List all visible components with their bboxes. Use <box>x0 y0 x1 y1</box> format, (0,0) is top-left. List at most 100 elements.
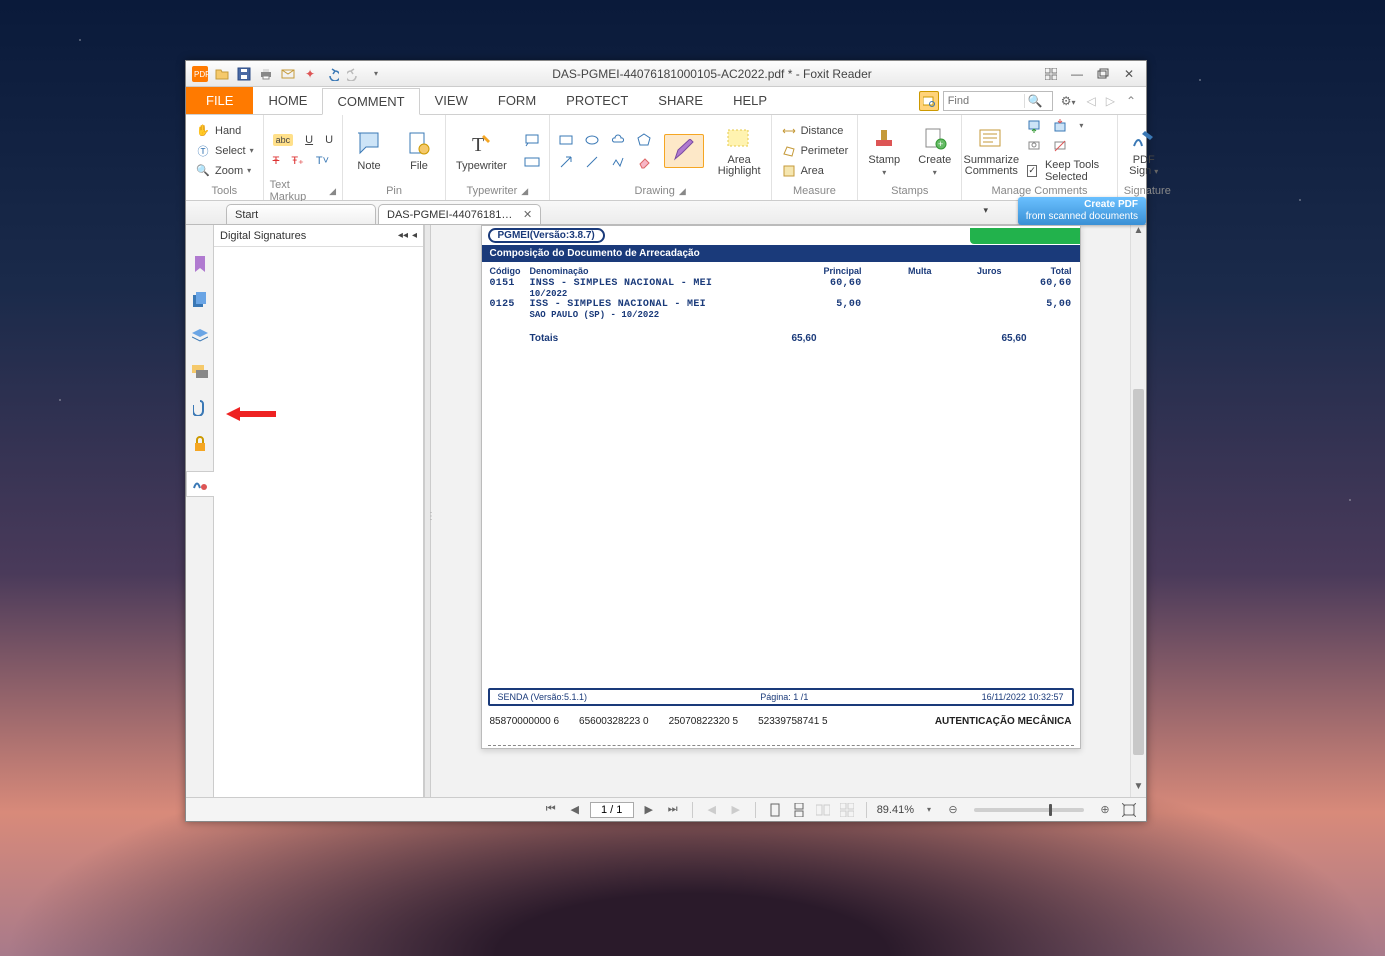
zoom-in-icon[interactable]: ⊕ <box>1096 801 1114 819</box>
oval-tool[interactable] <box>582 132 602 148</box>
pane-prev-icon[interactable]: ◂◂ <box>398 230 408 241</box>
layers-icon[interactable] <box>191 327 209 345</box>
first-page-icon[interactable]: ⏮ <box>542 801 560 819</box>
tab-form[interactable]: FORM <box>483 87 551 114</box>
attachments-icon[interactable] <box>191 399 209 417</box>
squiggly-tool[interactable]: U <box>322 133 336 147</box>
close-tab-icon[interactable]: ✕ <box>523 208 532 221</box>
find-input[interactable] <box>944 95 1024 107</box>
stamp-tool[interactable]: Stamp▾ <box>864 122 904 179</box>
ribbon-mode-icon[interactable] <box>1042 65 1060 83</box>
select-tool[interactable]: ⓉSelect▾ <box>192 142 257 160</box>
tab-view[interactable]: VIEW <box>420 87 483 114</box>
splitter[interactable] <box>424 225 431 797</box>
create-stamp-tool[interactable]: + Create▾ <box>914 122 955 179</box>
tab-share[interactable]: SHARE <box>643 87 718 114</box>
last-page-icon[interactable]: ⏭ <box>664 801 682 819</box>
new-icon[interactable]: ✦ <box>300 64 320 84</box>
typewriter-tool[interactable]: T Typewriter <box>452 128 511 174</box>
tab-protect[interactable]: PROTECT <box>551 87 643 114</box>
tab-comment[interactable]: COMMENT <box>322 88 419 115</box>
pencil-tool[interactable] <box>664 134 704 168</box>
export-comments[interactable] <box>1050 118 1070 134</box>
tabs-dropdown-icon[interactable]: ▾ <box>983 205 988 216</box>
scroll-thumb[interactable] <box>1133 389 1144 754</box>
keep-tools-selected[interactable]: ✓Keep Tools Selected <box>1024 158 1110 184</box>
minimize-icon[interactable]: — <box>1068 65 1086 83</box>
undo-icon[interactable] <box>322 64 342 84</box>
comments-dd[interactable]: ▾ <box>1076 118 1086 134</box>
strikeout-tool[interactable]: Ŧ <box>270 153 283 168</box>
facing-icon[interactable] <box>814 801 832 819</box>
underline-tool[interactable]: U <box>302 133 316 147</box>
scroll-up-icon[interactable]: ▲ <box>1131 225 1146 241</box>
doc-tab-active[interactable]: DAS-PGMEI-44076181000... ✕ <box>378 204 541 224</box>
perimeter-tool[interactable]: Perimeter <box>778 142 852 160</box>
redo-icon[interactable] <box>344 64 364 84</box>
replace-text-tool[interactable]: Ŧ₊ <box>288 153 307 168</box>
security-icon[interactable] <box>191 435 209 453</box>
summarize-comments[interactable]: SummarizeComments <box>968 123 1014 179</box>
signatures-panel-icon[interactable] <box>186 471 214 497</box>
zoom-picker-icon[interactable]: ▾ <box>920 801 938 819</box>
nav-forward-icon[interactable]: ▶ <box>727 801 745 819</box>
bookmarks-icon[interactable] <box>191 255 209 273</box>
close-icon[interactable]: ✕ <box>1120 65 1138 83</box>
typewriter-launcher-icon[interactable]: ◢ <box>521 186 528 197</box>
cloud-tool[interactable] <box>608 132 628 148</box>
vertical-scrollbar[interactable]: ▲ ▼ <box>1130 225 1146 797</box>
scroll-down-icon[interactable]: ▼ <box>1131 781 1146 797</box>
find-search-icon[interactable]: 🔍 <box>1024 94 1046 108</box>
pane-collapse-icon[interactable]: ◂ <box>412 230 417 241</box>
next-page-icon[interactable]: ▶ <box>640 801 658 819</box>
maximize-icon[interactable] <box>1094 65 1112 83</box>
doc-tab-start[interactable]: Start <box>226 204 376 224</box>
polyline-tool[interactable] <box>608 154 628 170</box>
file-tab[interactable]: FILE <box>186 87 253 114</box>
find-box[interactable]: 🔍 <box>943 91 1053 111</box>
folder-search-icon[interactable] <box>919 91 939 111</box>
continuous-facing-icon[interactable] <box>838 801 856 819</box>
textmarkup-launcher-icon[interactable]: ◢ <box>329 186 336 197</box>
print-icon[interactable] <box>256 64 276 84</box>
find-prev-icon[interactable]: ◁ <box>1083 94 1098 108</box>
collapse-ribbon-icon[interactable]: ⌃ <box>1122 94 1140 108</box>
save-icon[interactable] <box>234 64 254 84</box>
nav-back-icon[interactable]: ◀ <box>703 801 721 819</box>
zoom-slider[interactable] <box>974 808 1084 812</box>
tab-home[interactable]: HOME <box>253 87 322 114</box>
prev-page-icon[interactable]: ◀ <box>566 801 584 819</box>
page-input[interactable] <box>590 802 634 818</box>
document-viewport[interactable]: PGMEI(Versão:3.8.7) Composição do Docume… <box>431 225 1130 797</box>
fit-page-icon[interactable] <box>1120 801 1138 819</box>
textbox-tool[interactable] <box>521 154 543 170</box>
hide-comments[interactable] <box>1050 138 1070 154</box>
insert-text-tool[interactable]: T˅ <box>313 153 332 168</box>
find-next-icon[interactable]: ▷ <box>1103 94 1118 108</box>
tab-help[interactable]: HELP <box>718 87 782 114</box>
single-page-icon[interactable] <box>766 801 784 819</box>
comments-panel-icon[interactable] <box>191 363 209 381</box>
arrow-tool[interactable] <box>556 154 576 170</box>
line-tool[interactable] <box>582 154 602 170</box>
polygon-tool[interactable] <box>634 132 654 148</box>
area-tool[interactable]: Area <box>778 162 852 180</box>
eraser-tool[interactable] <box>634 154 654 170</box>
zoom-tool[interactable]: 🔍Zoom▾ <box>192 162 257 180</box>
pages-icon[interactable] <box>191 291 209 309</box>
promo-bubble[interactable]: Create PDF from scanned documents <box>1018 197 1146 225</box>
distance-tool[interactable]: Distance <box>778 122 852 140</box>
email-icon[interactable] <box>278 64 298 84</box>
find-settings-icon[interactable]: ⚙▾ <box>1057 94 1080 108</box>
note-tool[interactable]: Note <box>349 128 389 174</box>
continuous-icon[interactable] <box>790 801 808 819</box>
zoom-out-icon[interactable]: ⊖ <box>944 801 962 819</box>
callout-tool[interactable] <box>521 132 543 148</box>
show-comments[interactable] <box>1024 138 1044 154</box>
pdf-sign-tool[interactable]: PDFSign ▾ <box>1124 123 1164 179</box>
file-attachment-tool[interactable]: File <box>399 128 439 174</box>
rectangle-tool[interactable] <box>556 132 576 148</box>
open-icon[interactable] <box>212 64 232 84</box>
hand-tool[interactable]: ✋Hand <box>192 122 257 140</box>
drawing-launcher-icon[interactable]: ◢ <box>679 186 686 197</box>
